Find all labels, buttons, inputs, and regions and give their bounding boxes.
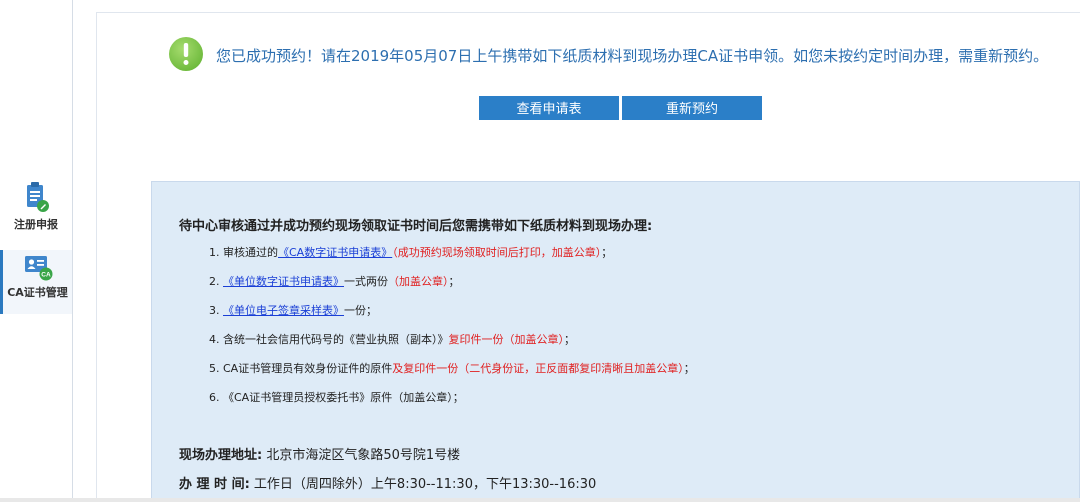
item-suffix: ；	[601, 246, 613, 259]
clipboard-edit-icon	[27, 182, 49, 212]
material-item-3: 3. 《单位电子签章采样表》一份；	[209, 302, 377, 318]
hours-label: 办 理 时 间:	[179, 477, 250, 492]
item-suffix: 一份；	[344, 304, 377, 317]
ca-application-form-link[interactable]: 《CA数字证书申请表》	[278, 246, 392, 259]
item-note: 及复印件一份（二代身份证，正反面都复印清晰且加盖公章）	[392, 362, 684, 375]
content-top-border	[96, 12, 1080, 13]
item-note: 复印件一份（加盖公章）	[448, 333, 565, 346]
item-note: （成功预约现场领取时间后打印，加盖公章）	[392, 246, 602, 259]
material-item-5: 5. CA证书管理员有效身份证件的原件及复印件一份（二代身份证，正反面都复印清晰…	[209, 360, 695, 376]
item-suffix: ；	[683, 362, 695, 375]
address-label: 现场办理地址:	[179, 448, 263, 463]
materials-title: 待中心审核通过并成功预约现场领取证书时间后您需携带如下纸质材料到现场办理:	[179, 219, 653, 234]
material-item-1: 1. 审核通过的《CA数字证书申请表》（成功预约现场领取时间后打印，加盖公章）；	[209, 244, 612, 260]
item-text: 6. 《CA证书管理员授权委托书》原件（加盖公章）；	[209, 391, 464, 404]
material-item-6: 6. 《CA证书管理员授权委托书》原件（加盖公章）；	[209, 389, 464, 405]
view-application-button[interactable]: 查看申请表	[479, 96, 619, 120]
sidebar-item-ca-management[interactable]: CA CA证书管理	[0, 250, 72, 314]
item-text: 3.	[209, 304, 223, 317]
item-text: 一式两份	[344, 275, 388, 288]
item-suffix: ；	[448, 275, 460, 288]
materials-panel: 待中心审核通过并成功预约现场领取证书时间后您需携带如下纸质材料到现场办理: 1.…	[151, 181, 1080, 502]
hours-value: 工作日（周四除外）上午8:30--11:30，下午13:30--16:30	[253, 477, 597, 492]
item-text: 1. 审核通过的	[209, 246, 278, 259]
sidebar: 注册申报 CA CA证书管理	[0, 0, 73, 502]
item-note: （加盖公章）	[388, 275, 449, 288]
sidebar-item-label: CA证书管理	[7, 286, 68, 299]
material-item-4: 4. 含统一社会信用代码号的《营业执照（副本）》复印件一份（加盖公章）；	[209, 331, 575, 347]
id-card-ca-icon: CA	[24, 256, 52, 281]
exclamation-circle-icon	[169, 37, 203, 71]
reapply-button[interactable]: 重新预约	[622, 96, 762, 120]
sidebar-item-register[interactable]: 注册申报	[0, 180, 72, 244]
item-text: 2.	[209, 275, 223, 288]
address-row: 现场办理地址: 北京市海淀区气象路50号院1号楼	[179, 444, 460, 463]
hours-row: 办 理 时 间: 工作日（周四除外）上午8:30--11:30，下午13:30-…	[179, 473, 596, 492]
horizontal-scrollbar[interactable]	[0, 498, 1080, 502]
unit-certificate-form-link[interactable]: 《单位数字证书申请表》	[223, 275, 344, 288]
content-left-border	[96, 12, 97, 502]
ca-badge: CA	[41, 272, 51, 279]
material-item-2: 2. 《单位数字证书申请表》一式两份（加盖公章）；	[209, 273, 460, 289]
item-text: 4. 含统一社会信用代码号的《营业执照（副本）》	[209, 333, 449, 346]
success-message: 您已成功预约！请在2019年05月07日上午携带如下纸质材料到现场办理CA证书申…	[216, 47, 1049, 65]
address-value: 北京市海淀区气象路50号院1号楼	[266, 448, 461, 463]
sidebar-item-label: 注册申报	[14, 218, 58, 231]
item-text: 5. CA证书管理员有效身份证件的原件	[209, 362, 393, 375]
e-seal-sample-form-link[interactable]: 《单位电子签章采样表》	[223, 304, 344, 317]
item-suffix: ；	[564, 333, 575, 346]
